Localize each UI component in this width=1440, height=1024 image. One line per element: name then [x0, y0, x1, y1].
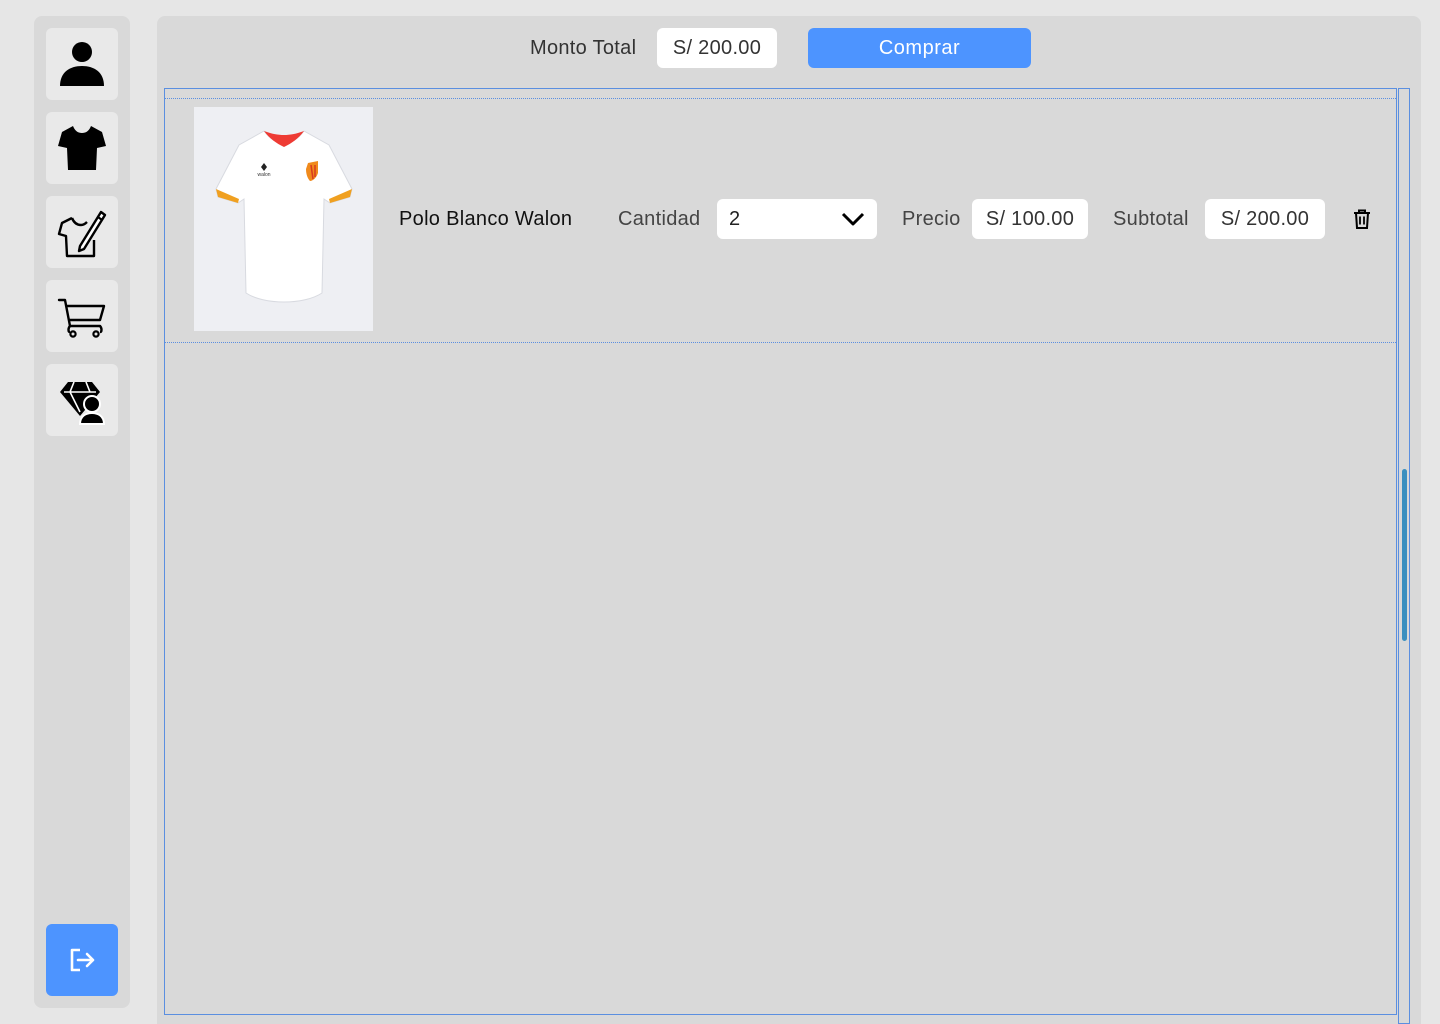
- nav-cart-button[interactable]: [46, 280, 118, 352]
- price-value: S/ 100.00: [972, 199, 1088, 239]
- cart-summary-bar: Monto Total S/ 200.00 Comprar: [157, 28, 1421, 68]
- price-label: Precio: [902, 208, 961, 230]
- total-label: Monto Total: [530, 37, 637, 59]
- subtotal-value: S/ 200.00: [1205, 199, 1325, 239]
- user-icon: [60, 42, 104, 86]
- cart-panel: Monto Total S/ 200.00 Comprar walon Polo…: [157, 16, 1421, 1024]
- gem-user-icon: [60, 381, 106, 425]
- cart-items-list: walon Polo Blanco Walon Cantidad 2 Preci…: [164, 88, 1397, 1015]
- trash-icon[interactable]: [1353, 209, 1371, 229]
- nav-products-button[interactable]: [46, 112, 118, 184]
- nav-brand-button[interactable]: [46, 364, 118, 436]
- cart-item-row: walon Polo Blanco Walon Cantidad 2 Preci…: [165, 98, 1396, 343]
- quantity-value: 2: [729, 208, 741, 230]
- product-logo-text: walon: [257, 172, 270, 178]
- product-name: Polo Blanco Walon: [399, 208, 573, 230]
- quantity-select[interactable]: 2: [717, 199, 877, 239]
- tshirt-pencil-icon: [57, 210, 107, 258]
- buy-button[interactable]: Comprar: [808, 28, 1031, 68]
- tshirt-icon: [58, 126, 106, 170]
- nav-design-button[interactable]: [46, 196, 118, 268]
- scrollbar-thumb[interactable]: [1402, 469, 1407, 641]
- cart-icon: [57, 298, 106, 338]
- sidebar: [34, 16, 130, 1008]
- nav-profile-button[interactable]: [46, 28, 118, 100]
- subtotal-label: Subtotal: [1113, 208, 1189, 230]
- quantity-label: Cantidad: [618, 208, 701, 230]
- scrollbar[interactable]: [1398, 88, 1410, 1024]
- logout-button[interactable]: [46, 924, 118, 996]
- chevron-down-icon: [841, 212, 865, 226]
- total-value: S/ 200.00: [657, 28, 777, 68]
- product-image: walon: [194, 107, 373, 331]
- logout-icon: [70, 948, 95, 972]
